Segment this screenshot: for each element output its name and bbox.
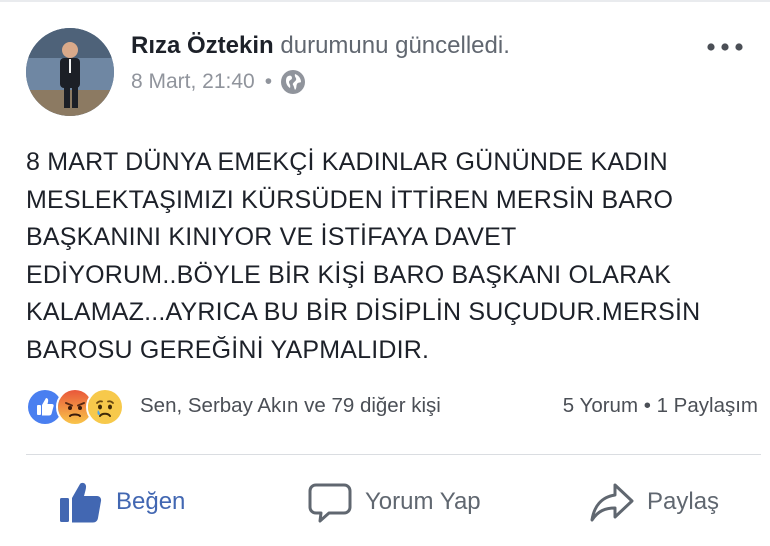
like-label: Beğen (116, 488, 186, 515)
like-button[interactable]: Beğen (58, 476, 185, 528)
post-body-text: 8 MART DÜNYA EMEKÇİ KADINLAR GÜNÜNDE KAD… (26, 148, 701, 364)
share-button[interactable]: Paylaş (589, 476, 719, 528)
sad-reaction-icon (86, 388, 124, 426)
profile-photo (26, 28, 114, 116)
comment-icon (308, 483, 352, 523)
thumbs-up-icon (60, 482, 102, 523)
comment-share-counts[interactable]: 5 Yorum • 1 Paylaşım (563, 392, 758, 420)
post-timestamp[interactable]: 8 Mart, 21:40 (131, 68, 255, 96)
post-meta: 8 Mart, 21:40 • (131, 68, 306, 96)
top-border (0, 0, 770, 2)
more-options-icon[interactable] (703, 36, 747, 58)
share-icon (590, 483, 634, 522)
share-label: Paylaş (647, 488, 720, 515)
reactions-summary[interactable]: Sen, Serbay Akın ve 79 diğer kişi (140, 392, 441, 420)
post-header: Rıza Öztekin durumunu güncelledi. (131, 30, 510, 62)
comment-button[interactable]: Yorum Yap (307, 476, 481, 528)
globe-icon[interactable] (280, 69, 306, 95)
comment-label: Yorum Yap (365, 488, 481, 515)
avatar[interactable] (26, 28, 114, 116)
author-name[interactable]: Rıza Öztekin (131, 32, 274, 59)
actions-divider (26, 454, 761, 455)
reaction-icons[interactable] (26, 388, 124, 426)
meta-separator: • (264, 70, 273, 93)
author-action-text: durumunu güncelledi. (280, 32, 510, 59)
